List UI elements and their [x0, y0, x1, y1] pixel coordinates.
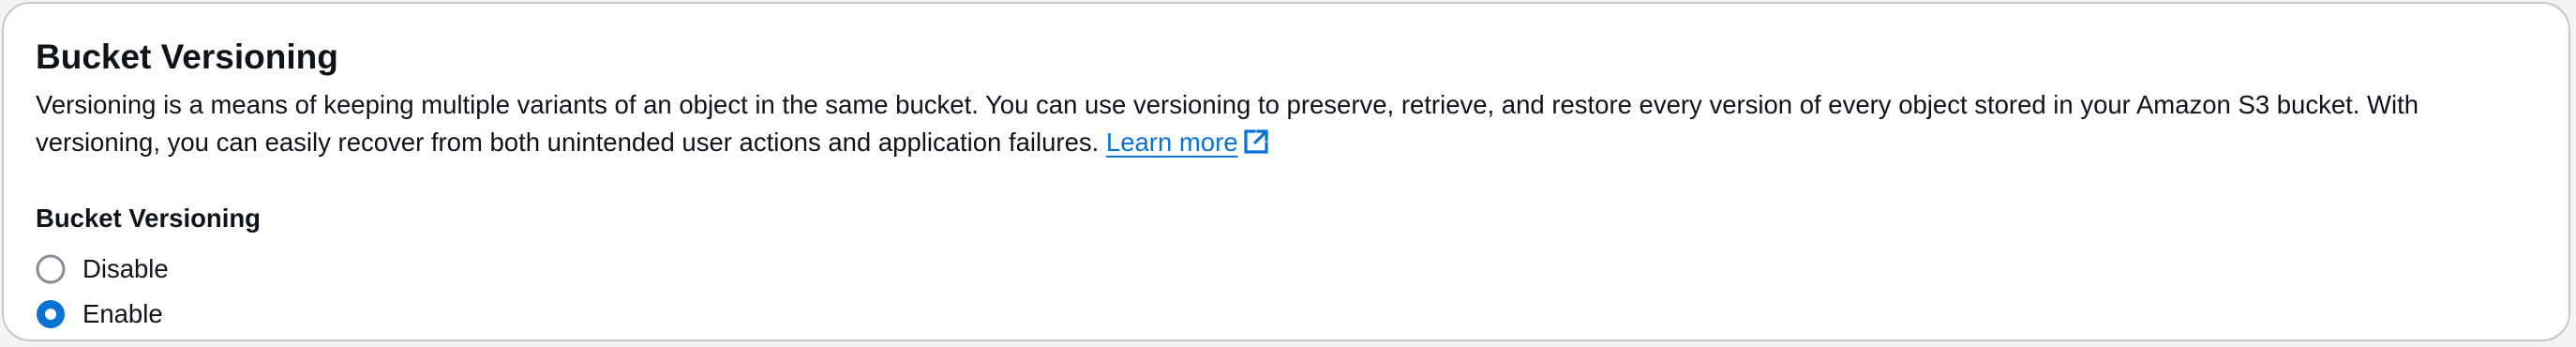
section-description: Versioning is a means of keeping multipl…: [36, 86, 2537, 166]
radio-checked-icon[interactable]: [36, 299, 66, 329]
learn-more-label: Learn more: [1105, 128, 1238, 157]
versioning-radio-group: Disable Enable: [36, 247, 2537, 337]
radio-label-enable: Enable: [82, 299, 163, 328]
versioning-field-label: Bucket Versioning: [36, 204, 261, 233]
panel-content: Bucket Versioning Versioning is a means …: [36, 32, 2537, 337]
radio-option-disable[interactable]: Disable: [36, 247, 2537, 292]
radio-unchecked-icon[interactable]: [36, 254, 66, 284]
external-link-icon: [1242, 128, 1270, 166]
section-title: Bucket Versioning: [36, 38, 338, 76]
bucket-versioning-panel: Bucket Versioning Versioning is a means …: [2, 2, 2570, 341]
learn-more-link[interactable]: Learn more: [1106, 128, 1270, 157]
radio-label-disable: Disable: [82, 254, 169, 283]
radio-option-enable[interactable]: Enable: [36, 292, 2537, 337]
